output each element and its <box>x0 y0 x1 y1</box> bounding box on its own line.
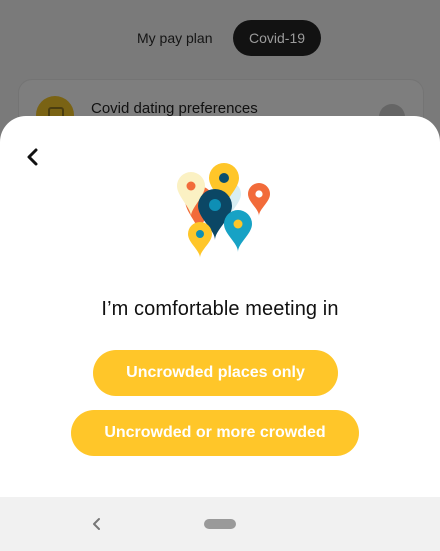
tab-bar: My pay plan Covid-19 <box>0 20 440 56</box>
question-title: I’m comfortable meeting in <box>101 298 339 320</box>
system-nav-bar <box>0 497 440 551</box>
comfort-bottom-sheet: I’m comfortable meeting in Uncrowded pla… <box>0 116 440 497</box>
tab-my-pay-plan[interactable]: My pay plan <box>137 20 212 56</box>
uncrowded-or-crowded-button[interactable]: Uncrowded or more crowded <box>71 410 359 456</box>
home-pill-icon[interactable] <box>204 519 236 529</box>
yellow-small-pin-icon <box>188 222 212 258</box>
map-pins-illustration <box>177 163 270 258</box>
card-title: Covid dating preferences <box>91 100 258 117</box>
chevron-left-icon <box>27 148 38 166</box>
back-button[interactable] <box>18 142 48 172</box>
uncrowded-only-button[interactable]: Uncrowded places only <box>93 350 338 396</box>
tab-covid-19[interactable]: Covid-19 <box>233 20 321 56</box>
teal-pin-icon <box>224 210 252 252</box>
nav-back-icon[interactable] <box>86 513 108 535</box>
orange-small-pin-icon <box>248 183 270 216</box>
